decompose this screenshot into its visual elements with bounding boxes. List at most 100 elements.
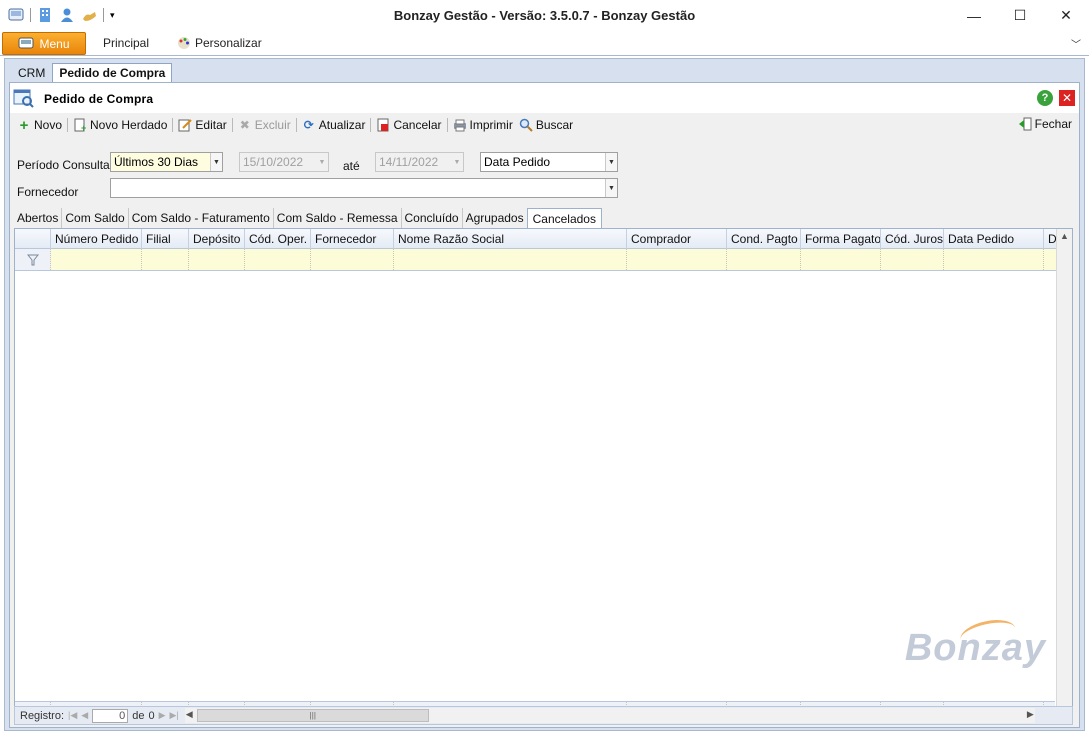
filter-cell[interactable] <box>311 249 394 270</box>
page-title: Pedido de Compra <box>44 92 154 106</box>
tab-cancelados[interactable]: Cancelados <box>526 208 602 228</box>
chevron-down-icon[interactable]: ﹀ <box>1071 36 1081 51</box>
title-bar: ▾ Bonzay Gestão - Versão: 3.5.0.7 - Bonz… <box>0 0 1089 31</box>
chevron-down-icon[interactable]: ▼ <box>210 153 222 171</box>
chevron-down-icon[interactable]: ▼ <box>605 179 617 197</box>
close-icon[interactable]: ✕ <box>1043 0 1089 31</box>
column-header[interactable]: Comprador <box>627 229 727 249</box>
toolbar: + Novo + Novo Herdado Editar ✖ Excluir ⟳ Atu… <box>10 113 1079 137</box>
excluir-label: Excluir <box>254 118 291 132</box>
minimize-icon[interactable]: — <box>951 0 997 31</box>
excluir-button[interactable]: ✖ Excluir <box>235 118 294 132</box>
palette-icon <box>178 37 190 49</box>
date-from-field[interactable]: 15/10/2022 ▼ <box>239 152 329 172</box>
periodo-value: Últimos 30 Dias <box>114 155 199 169</box>
menu-button[interactable]: Menu <box>2 32 86 55</box>
cancelar-button[interactable]: Cancelar <box>373 118 444 132</box>
novo-label: Novo <box>34 118 63 132</box>
filter-cell[interactable] <box>944 249 1044 270</box>
close-page-icon[interactable]: ✕ <box>1059 90 1075 106</box>
window-controls: — ☐ ✕ <box>951 0 1089 31</box>
column-header[interactable]: Número Pedido <box>51 229 142 249</box>
imprimir-label: Imprimir <box>469 118 513 132</box>
chevron-down-icon[interactable]: ▼ <box>451 153 463 171</box>
atualizar-button[interactable]: ⟳ Atualizar <box>299 118 369 132</box>
first-record-icon[interactable]: |◀ <box>68 710 77 721</box>
filter-cell[interactable] <box>245 249 311 270</box>
tab-concluido[interactable]: Concluído <box>402 208 463 228</box>
scroll-left-icon[interactable]: ◀ <box>186 709 193 720</box>
prev-record-icon[interactable]: ◀ <box>81 710 88 721</box>
tab-com-saldo[interactable]: Com Saldo <box>62 208 129 228</box>
search-document-icon <box>13 89 34 108</box>
filter-cell[interactable] <box>142 249 189 270</box>
vertical-scrollbar[interactable]: ▲ ▼ <box>1056 229 1072 723</box>
filter-cell[interactable] <box>881 249 944 270</box>
chevron-down-icon[interactable]: ▼ <box>605 153 617 171</box>
date-to-field[interactable]: 14/11/2022 ▼ <box>375 152 464 172</box>
tab-abertos[interactable]: Abertos <box>14 208 63 228</box>
search-icon <box>519 118 533 132</box>
registro-label: Registro: <box>20 709 65 722</box>
editar-label: Editar <box>195 118 227 132</box>
atualizar-label: Atualizar <box>318 118 366 132</box>
last-record-icon[interactable]: ▶| <box>170 710 179 721</box>
divider <box>295 118 297 132</box>
filter-icon[interactable] <box>15 249 51 270</box>
tab-personalizar[interactable]: Personalizar <box>177 36 262 50</box>
filter-cell[interactable] <box>189 249 245 270</box>
novo-herdado-button[interactable]: + Novo Herdado <box>70 118 170 132</box>
row-indicator-header <box>15 229 51 249</box>
scroll-right-icon[interactable]: ▶ <box>1027 709 1034 720</box>
column-header[interactable]: Data Pedido <box>944 229 1044 249</box>
tab-com-saldo-remessa[interactable]: Com Saldo - Remessa <box>274 208 402 228</box>
filter-cell[interactable] <box>51 249 142 270</box>
filter-cell[interactable] <box>801 249 881 270</box>
buscar-label: Buscar <box>535 118 574 132</box>
column-header[interactable]: Filial <box>142 229 189 249</box>
maximize-icon[interactable]: ☐ <box>997 0 1043 31</box>
de-label: de <box>132 709 145 722</box>
scroll-up-icon[interactable]: ▲ <box>1060 231 1069 241</box>
data-grid: Número Pedido Filial Depósito Cód. Oper.… <box>14 228 1073 724</box>
novo-button[interactable]: + Novo <box>14 117 65 134</box>
column-header[interactable]: Cód. Juros <box>881 229 944 249</box>
tab-personalizar-label: Personalizar <box>195 36 262 50</box>
date-to-value: 14/11/2022 <box>379 155 439 169</box>
tab-com-saldo-faturamento[interactable]: Com Saldo - Faturamento <box>129 208 274 228</box>
tab-principal[interactable]: Principal <box>103 36 149 50</box>
fechar-button[interactable]: Fechar <box>1015 117 1075 131</box>
column-header[interactable]: Fornecedor <box>311 229 394 249</box>
column-header[interactable]: Cód. Oper. <box>245 229 311 249</box>
filter-cell[interactable] <box>727 249 801 270</box>
doc-tab-crm[interactable]: CRM <box>11 63 52 82</box>
tab-agrupados[interactable]: Agrupados <box>463 208 527 228</box>
delete-icon: ✖ <box>239 118 250 132</box>
chevron-down-icon[interactable]: ▼ <box>316 153 328 171</box>
filter-cell[interactable] <box>627 249 727 270</box>
scroll-thumb[interactable]: ||| <box>196 709 429 722</box>
help-icon[interactable]: ? <box>1037 90 1053 106</box>
column-header[interactable]: Cond. Pagto <box>727 229 801 249</box>
exit-icon <box>1018 117 1032 131</box>
doc-tab-pedido-compra[interactable]: Pedido de Compra <box>52 63 173 82</box>
imprimir-button[interactable]: Imprimir <box>450 118 516 132</box>
novo-herdado-label: Novo Herdado <box>90 118 168 132</box>
fornecedor-select[interactable]: ▼ <box>110 178 618 198</box>
editar-button[interactable]: Editar <box>175 118 229 132</box>
horizontal-scrollbar[interactable]: ◀ ||| ▶ <box>184 708 1035 723</box>
content-panel: Pedido de Compra ? ✕ + Novo + Novo Herdado… <box>9 82 1080 728</box>
periodo-select[interactable]: Últimos 30 Dias ▼ <box>110 152 223 172</box>
filter-cell[interactable] <box>394 249 627 270</box>
column-header[interactable]: Depósito <box>189 229 245 249</box>
edit-icon <box>178 118 193 132</box>
next-record-icon[interactable]: ▶ <box>159 710 166 721</box>
column-header[interactable]: Forma Pagato <box>801 229 881 249</box>
buscar-button[interactable]: Buscar <box>516 118 576 132</box>
status-bar: Registro: |◀ ◀ 0 de 0 ▶ ▶| ◀ ||| ▶ <box>14 706 1073 725</box>
date-field-select[interactable]: Data Pedido ▼ <box>480 152 618 172</box>
ribbon-tabs: Menu Principal Personalizar ﹀ <box>0 31 1089 56</box>
window-title: Bonzay Gestão - Versão: 3.5.0.7 - Bonzay… <box>393 8 696 23</box>
record-input[interactable]: 0 <box>92 708 129 723</box>
column-header[interactable]: Nome Razão Social <box>394 229 627 249</box>
